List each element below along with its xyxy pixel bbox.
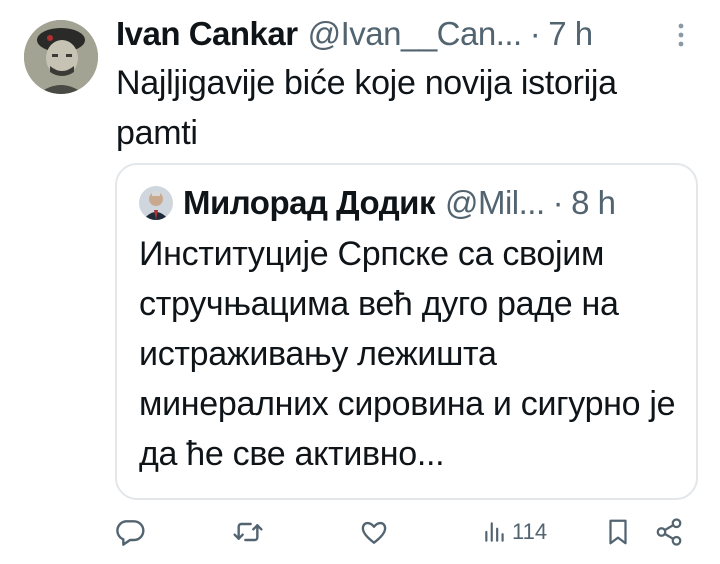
quoted-tweet-time[interactable]: 8 h [571,184,616,222]
views-icon [482,519,508,545]
bookmark-icon [603,516,633,548]
reply-icon [114,516,146,548]
reply-button[interactable] [114,512,146,552]
share-icon [654,517,684,547]
author-handle[interactable]: @Ivan__Can... [308,15,523,53]
quoted-author-handle[interactable]: @Mil... [445,184,545,222]
tweet-header: Ivan Cankar @Ivan__Can... · 7 h [116,12,593,56]
share-button[interactable] [654,512,684,552]
bookmark-button[interactable] [603,512,633,552]
quoted-tweet[interactable]: Милорад Додик @Mil... · 8 h Институције … [115,163,698,500]
author-name[interactable]: Ivan Cankar [116,15,298,53]
tweet-text: Najljigavije biće koje novija istorija p… [116,64,617,152]
author-avatar[interactable] [24,20,98,94]
like-button[interactable] [358,512,390,552]
tweet-time[interactable]: 7 h [548,15,593,53]
separator-dot: · [529,15,541,52]
quoted-author-avatar[interactable] [139,186,173,220]
views-button[interactable]: 114 [482,512,547,552]
quoted-author-name[interactable]: Милорад Додик [183,184,435,222]
quoted-separator-dot: · [552,184,564,221]
retweet-icon [232,516,264,548]
more-icon[interactable] [673,22,689,48]
like-icon [358,516,390,548]
action-bar: 114 [0,512,720,552]
quoted-tweet-header: Милорад Додик @Mil... · 8 h [139,181,616,225]
retweet-button[interactable] [232,512,264,552]
views-count: 114 [512,519,548,544]
quoted-tweet-text: Институције Српске са својим стручњацима… [139,235,676,473]
